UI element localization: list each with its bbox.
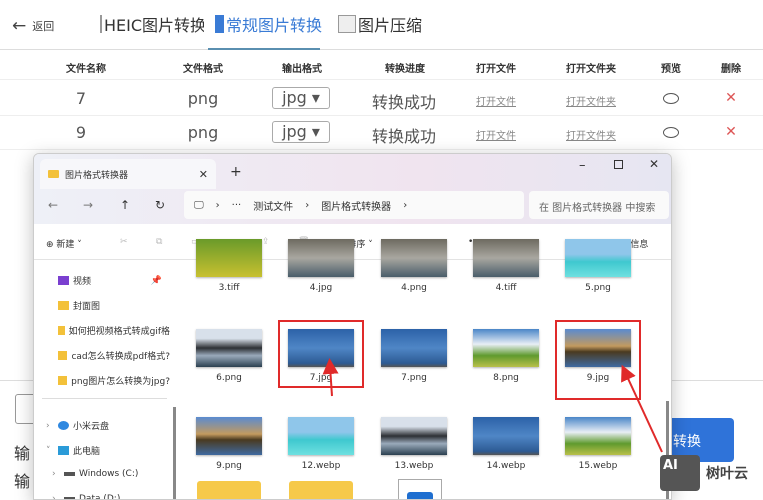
arrow-annotation (621, 364, 663, 453)
annotation-layer (322, 358, 663, 453)
watermark: AI 树叶云 (660, 455, 748, 491)
watermark-logo: AI (660, 455, 700, 491)
arrow-annotation (322, 358, 339, 397)
